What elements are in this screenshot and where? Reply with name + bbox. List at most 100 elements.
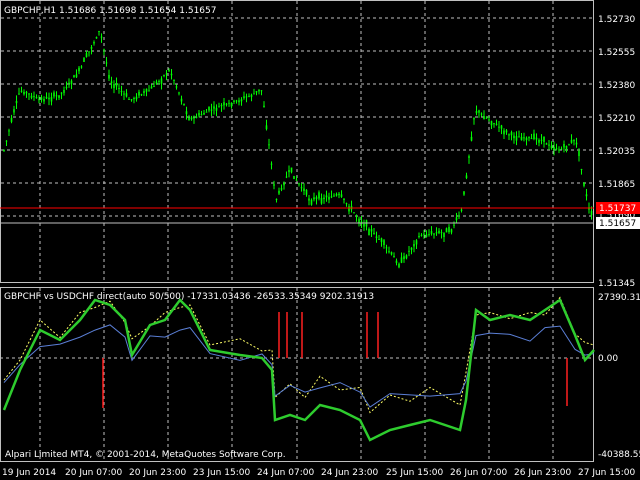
candle-body: [145, 88, 148, 92]
candle-body: [558, 149, 560, 151]
candle-body: [383, 240, 385, 245]
candle-body: [575, 142, 578, 145]
candle-body: [115, 83, 118, 87]
candle-body: [503, 130, 505, 135]
candle-body: [95, 37, 98, 39]
candle-body: [60, 92, 63, 94]
candle-body: [523, 137, 525, 139]
candle-body: [250, 94, 253, 97]
candle-body: [470, 136, 473, 141]
candle-body: [380, 238, 383, 242]
time-tick: 24 Jun 23:00: [321, 468, 378, 478]
candle-body: [235, 100, 238, 102]
candle-body: [303, 188, 305, 191]
candle-body: [290, 167, 293, 173]
candle-body: [193, 117, 195, 119]
candle-body: [563, 143, 565, 148]
candle-body: [458, 215, 460, 217]
candle-body: [88, 51, 90, 53]
candle-body: [475, 111, 478, 114]
candle-body: [300, 187, 303, 189]
candle-body: [415, 240, 418, 245]
time-axis: 19 Jun 2014 20 Jun 07:00 20 Jun 23:00 23…: [2, 468, 635, 478]
time-tick: 26 Jun 07:00: [450, 468, 507, 478]
copyright-watermark: Alpari Limited MT4, © 2001-2014, MetaQuo…: [5, 450, 286, 460]
candle-body: [545, 143, 548, 145]
candle-body: [223, 102, 225, 106]
candle-body: [493, 123, 495, 125]
candle-body: [180, 98, 183, 102]
candle-body: [325, 195, 328, 198]
candle-body: [318, 192, 320, 199]
candle-body: [363, 224, 365, 227]
candle-body: [43, 99, 45, 102]
candle-body: [468, 156, 470, 158]
candle-body: [173, 80, 175, 81]
candle-body: [495, 123, 498, 125]
candle-body: [55, 95, 58, 97]
candle-body: [15, 100, 18, 104]
candle-body: [28, 93, 30, 95]
candle-body: [260, 90, 263, 92]
indicator-header: GBPCHF vs USDCHF direct(auto 50/500) -17…: [4, 292, 374, 302]
candle-body: [213, 106, 215, 109]
candle-body: [30, 95, 33, 98]
candle-body: [133, 98, 135, 99]
candle-body: [253, 93, 255, 95]
candle-body: [140, 94, 143, 96]
candle-body: [268, 144, 270, 146]
candle-body: [440, 232, 443, 234]
candle-body: [200, 114, 203, 116]
candle-body: [425, 234, 428, 237]
candle-body: [168, 70, 170, 72]
candle-body: [245, 96, 248, 98]
candle-body: [205, 111, 208, 113]
candle-body: [413, 244, 415, 247]
candle-body: [188, 117, 190, 121]
indicator-zero-tick: 0.00: [598, 354, 618, 364]
candle-body: [313, 197, 315, 200]
candle-body: [573, 139, 575, 142]
candle-body: [353, 212, 355, 214]
candle-body: [170, 73, 173, 76]
candle-body: [455, 217, 458, 221]
ask-price-label: 1.51737: [599, 204, 636, 214]
candle-body: [150, 86, 153, 89]
candle-body: [118, 87, 120, 89]
candle-body: [10, 117, 13, 122]
candle-body: [73, 75, 75, 78]
candle-body: [400, 257, 403, 263]
candle-body: [65, 86, 68, 89]
candle-body: [453, 224, 455, 226]
candle-body: [125, 93, 128, 97]
price-tick: 1.52730: [598, 15, 635, 25]
candle-body: [68, 82, 70, 84]
candle-body: [5, 140, 8, 142]
candle-body: [178, 92, 180, 94]
candle-body: [565, 145, 568, 150]
chart-window[interactable]: 1.52730 1.52555 1.52380 1.52210 1.52035 …: [0, 0, 640, 480]
candle-body: [228, 102, 230, 104]
candle-body: [175, 86, 178, 88]
candle-body: [538, 139, 540, 143]
candle-body: [508, 134, 510, 136]
candle-body: [393, 255, 395, 258]
candle-body: [340, 194, 343, 197]
candle-body: [443, 232, 445, 238]
candle-body: [48, 97, 50, 100]
candle-body: [500, 125, 503, 129]
candle-body: [348, 206, 350, 212]
candle-body: [275, 198, 278, 200]
candle-body: [433, 233, 435, 235]
candle-body: [528, 137, 530, 139]
candle-body: [248, 95, 250, 97]
time-tick: 27 Jun 15:00: [578, 468, 635, 478]
price-tick: 1.52035: [598, 147, 635, 157]
candle-body: [225, 103, 228, 105]
candle-body: [298, 183, 300, 185]
candle-body: [218, 106, 220, 108]
candle-body: [20, 90, 23, 92]
candle-body: [110, 81, 113, 84]
candle-body: [323, 197, 325, 199]
main-indicator-line: [2, 298, 595, 442]
